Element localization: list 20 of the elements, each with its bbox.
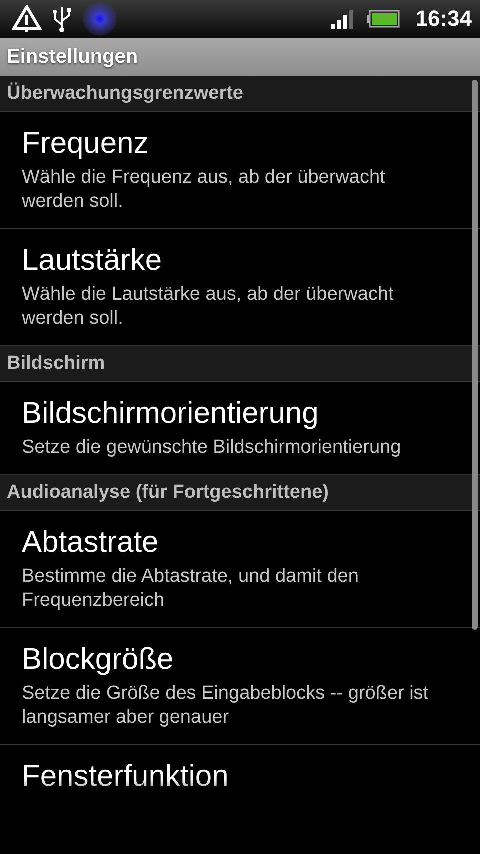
setting-summary: Wähle die Frequenz aus, ab der überwacht werden soll. [22, 166, 386, 214]
setting-summary: Setze die gewünschte Bildschirmorientierung [22, 436, 402, 460]
setting-title: Abtastrate [22, 525, 160, 561]
setting-title: Lautstärke [22, 243, 164, 279]
setting-title: Frequenz [22, 126, 150, 162]
usb-icon [52, 5, 72, 33]
notification-dot-icon [82, 1, 118, 37]
battery-icon [366, 9, 400, 29]
section-title: Audioanalyse (für Fortgeschrittene) [7, 482, 329, 504]
section-title: Bildschirm [7, 352, 106, 374]
setting-summary: Setze die Größe des Eingabeblocks -- größer ist langsamer aber genauer [22, 682, 430, 730]
clock-time: 16:34 [416, 6, 472, 32]
setting-title: Bildschirmorientierung [22, 396, 320, 432]
setting-title: Blockgröße [22, 642, 175, 678]
setting-summary: Wähle die Lautstärke aus, ab der überwacht werden soll. [22, 283, 395, 331]
signal-icon [330, 8, 356, 30]
warning-icon [12, 5, 42, 33]
screen-title: Einstellungen [7, 46, 138, 68]
setting-summary: Bestimme die Abtastrate, und damit den Frequenzbereich [22, 565, 360, 613]
section-title: Überwachungsgrenzwerte [7, 82, 244, 104]
